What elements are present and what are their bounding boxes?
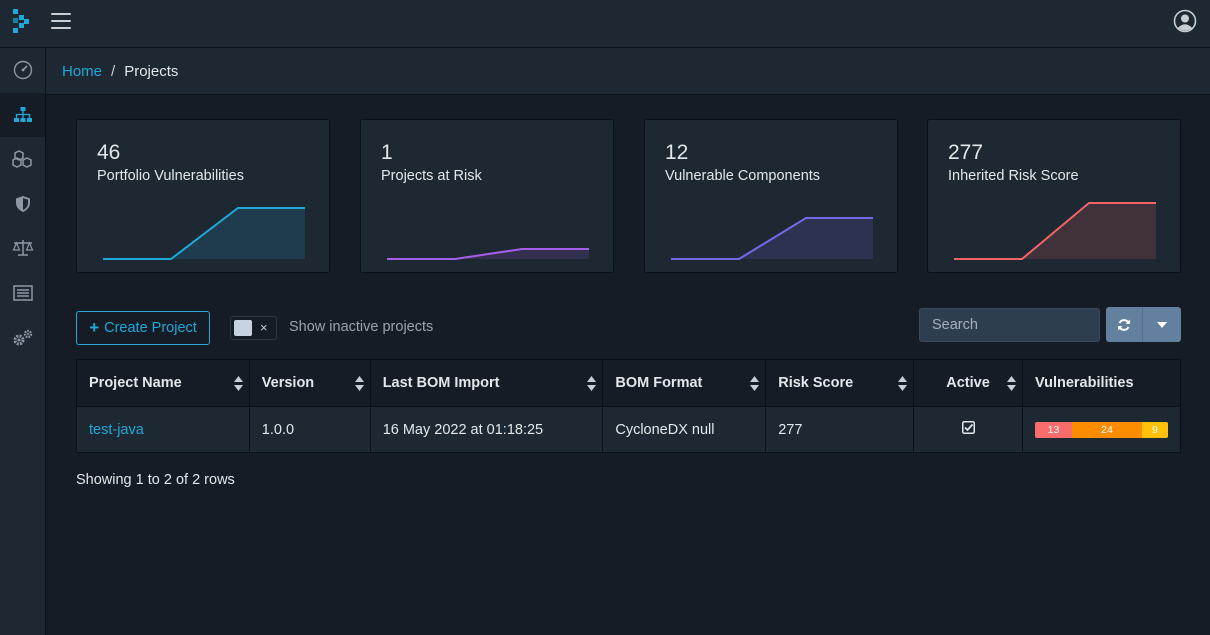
list-alt-icon: [12, 285, 33, 301]
sidebar-item-dashboard[interactable]: [0, 48, 45, 92]
low-severity-count: 9: [1141, 421, 1168, 438]
column-header-risk-score[interactable]: Risk Score: [765, 359, 915, 407]
caret-down-icon: [1157, 321, 1167, 328]
refresh-icon: [1118, 318, 1130, 331]
sitemap-icon: [13, 107, 32, 122]
checkbox-checked-icon: [961, 421, 975, 434]
create-project-button[interactable]: + Create Project: [76, 311, 210, 345]
sidebar-item-policy[interactable]: [0, 271, 45, 315]
column-header-project-name[interactable]: Project Name: [76, 359, 250, 407]
user-profile-icon[interactable]: [1173, 9, 1197, 33]
cell-active: [913, 406, 1023, 453]
sort-icon: [354, 376, 364, 391]
projects-table: Project Name Version Last BOM Import BOM…: [76, 359, 1182, 453]
sidebar-item-administration[interactable]: [0, 316, 45, 360]
sparkline-chart: [671, 217, 873, 260]
show-inactive-label: Show inactive projects: [289, 319, 434, 335]
sparkline-chart: [103, 207, 305, 260]
columns-dropdown-button[interactable]: [1143, 307, 1181, 342]
sidebar: [0, 48, 46, 635]
dependency-track-logo[interactable]: [9, 7, 33, 35]
vulnerability-severity-bar: 13 24 9: [1034, 421, 1168, 438]
table-header-row: Project Name Version Last BOM Import BOM…: [76, 359, 1182, 407]
sparkline-area: [1022, 203, 1156, 259]
toggle-knob: [234, 320, 252, 336]
refresh-button[interactable]: [1106, 307, 1143, 342]
portfolio-vulnerabilities-card: 46 Portfolio Vulnerabilities: [76, 119, 330, 273]
cell-bom-format: CycloneDX null: [602, 406, 767, 453]
pagination-info: Showing 1 to 2 of 2 rows: [76, 472, 235, 488]
cell-last-bom-import: 16 May 2022 at 01:18:25: [369, 406, 604, 453]
sidebar-toggle-button[interactable]: [51, 13, 71, 29]
cell-version: 1.0.0: [248, 406, 371, 453]
column-header-active[interactable]: Active: [913, 359, 1023, 407]
high-severity-count: 13: [1034, 421, 1072, 438]
breadcrumb-home-link[interactable]: Home: [62, 63, 102, 80]
sparkline-area: [739, 218, 873, 259]
sort-icon: [233, 376, 243, 391]
cubes-icon: [11, 150, 32, 168]
projects-at-risk-card: 1 Projects at Risk: [360, 119, 614, 273]
column-header-vulnerabilities[interactable]: Vulnerabilities: [1021, 359, 1182, 407]
table-actions-button-group: [1106, 307, 1181, 342]
search-input[interactable]: [919, 308, 1100, 342]
plus-icon: +: [89, 318, 100, 337]
sort-icon: [898, 376, 908, 391]
sparkline-chart: [387, 248, 589, 260]
sidebar-item-vulnerabilities[interactable]: [0, 182, 45, 226]
sparkline-chart: [954, 202, 1156, 260]
inherited-risk-score-card: 277 Inherited Risk Score: [927, 119, 1181, 273]
sort-icon: [587, 376, 597, 391]
vulnerable-components-card: 12 Vulnerable Components: [644, 119, 898, 273]
sort-icon: [1006, 376, 1016, 391]
medium-severity-count: 24: [1071, 421, 1142, 438]
sidebar-item-licenses[interactable]: [0, 226, 45, 270]
column-header-bom-format[interactable]: BOM Format: [602, 359, 767, 407]
cell-risk-score: 277: [765, 406, 915, 453]
breadcrumb-separator: /: [111, 62, 116, 80]
column-header-last-bom-import[interactable]: Last BOM Import: [369, 359, 604, 407]
sidebar-item-projects[interactable]: [0, 93, 45, 137]
sparkline-area: [171, 208, 305, 259]
table-row: test-java 1.0.0 16 May 2022 at 01:18:25 …: [76, 406, 1182, 453]
cell-project-name: test-java: [76, 406, 250, 453]
create-project-label: Create Project: [104, 320, 197, 336]
sidebar-item-components[interactable]: [0, 137, 45, 181]
top-navbar: [0, 0, 1210, 48]
toggle-off-icon: ×: [260, 320, 268, 335]
show-inactive-toggle[interactable]: ×: [230, 316, 277, 340]
sort-icon: [750, 376, 760, 391]
gears-icon: [13, 329, 32, 346]
sparkline-area: [455, 249, 589, 259]
breadcrumb: Home / Projects: [46, 48, 1210, 95]
shield-icon: [15, 196, 30, 212]
project-link[interactable]: test-java: [89, 422, 144, 438]
breadcrumb-current: Projects: [124, 62, 179, 80]
column-header-version[interactable]: Version: [248, 359, 371, 407]
cell-vulnerabilities: 13 24 9: [1021, 406, 1182, 453]
balance-scale-icon: [12, 240, 33, 256]
speedometer-icon: [13, 60, 32, 80]
